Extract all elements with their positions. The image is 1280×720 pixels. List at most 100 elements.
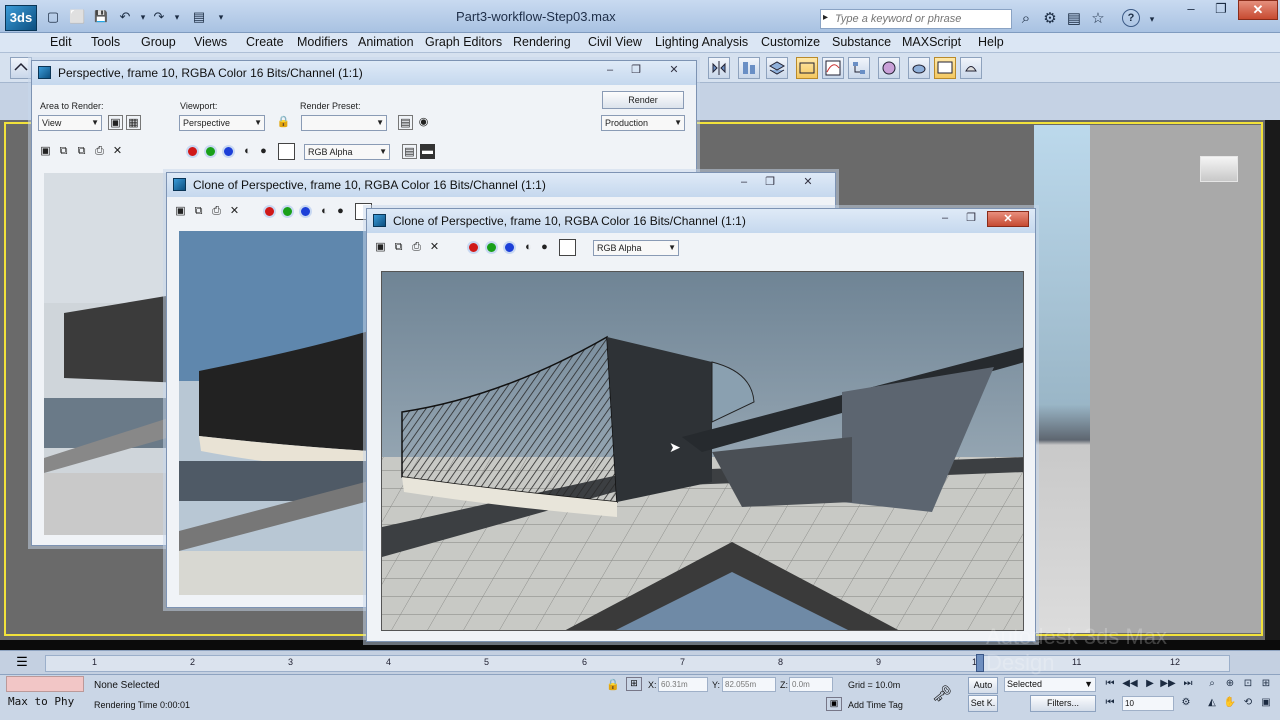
alpha-channel-icon[interactable]: ◐ [317,204,332,219]
help-dropdown-icon[interactable]: ▾ [1142,9,1162,29]
render-frame-window-clone-2[interactable]: Clone of Perspective, frame 10, RGBA Col… [366,208,1036,642]
copy-image-icon[interactable]: ⧉ [391,240,406,255]
set-key-icon[interactable]: 🗝 [932,684,952,704]
clear-image-icon[interactable]: ✕ [110,144,125,159]
print-image-icon[interactable]: ⎙ [409,240,424,255]
orbit-icon[interactable]: ⟲ [1240,697,1256,711]
menu-modifiers[interactable]: Modifiers [297,35,348,49]
monochrome-icon[interactable]: ● [537,240,552,255]
monochrome-icon[interactable]: ● [256,144,271,159]
menu-substance[interactable]: Substance [832,35,891,49]
blue-channel-icon[interactable] [222,145,235,158]
menu-views[interactable]: Views [194,35,227,49]
production-dropdown[interactable]: Production ▼ [601,115,685,131]
print-image-icon[interactable]: ⎙ [92,144,107,159]
clone-window-icon[interactable]: ⧉ [74,144,89,159]
minimize-icon[interactable]: – [598,63,622,79]
area-to-render-dropdown[interactable]: View ▼ [38,115,102,131]
render-setup-icon[interactable] [908,57,930,79]
mirror-icon[interactable] [708,57,730,79]
menu-group[interactable]: Group [141,35,176,49]
selection-lock-icon[interactable]: 🔒 [606,678,620,691]
redo-dropdown-icon[interactable]: ▾ [168,9,186,25]
align-icon[interactable] [738,57,760,79]
restore-window-icon[interactable]: ❐ [1206,0,1236,20]
command-panel-collapsed[interactable] [1265,120,1280,640]
render-window-titlebar[interactable]: Clone of Perspective, frame 10, RGBA Col… [167,173,835,197]
key-filters-button[interactable]: Filters... [1030,695,1096,712]
time-tag-icon[interactable]: ▣ [826,697,842,711]
copy-image-icon[interactable]: ⧉ [191,204,206,219]
red-channel-icon[interactable] [186,145,199,158]
key-mode-toggle-icon[interactable]: ⏮ [1102,697,1118,711]
copy-image-icon[interactable]: ⧉ [56,144,71,159]
minimize-window-icon[interactable]: – [1176,0,1206,20]
close-icon[interactable]: ✕ [796,175,820,191]
pan-view-icon[interactable]: ✋ [1222,697,1238,711]
close-icon[interactable]: ✕ [662,63,686,79]
green-channel-icon[interactable] [281,205,294,218]
customize-qa-dropdown-icon[interactable]: ▾ [212,9,230,25]
minimize-icon[interactable]: – [732,175,756,191]
lock-icon[interactable]: 🔒 [276,115,291,130]
toggle-ui-overlay-icon[interactable]: ▤ [402,144,417,159]
zoom-all-icon[interactable]: ⊕ [1222,678,1238,692]
z-coordinate-field[interactable]: 0.0m [789,677,833,692]
save-image-icon[interactable]: ▣ [38,144,53,159]
menu-animation[interactable]: Animation [358,35,414,49]
go-to-end-icon[interactable]: ⏭ [1180,678,1196,692]
zoom-extents-icon[interactable]: ⊡ [1240,678,1256,692]
go-to-start-icon[interactable]: ⏮ [1102,678,1118,692]
menu-civil-view[interactable]: Civil View [588,35,642,49]
x-coordinate-field[interactable]: 60.31m [658,677,708,692]
material-editor-icon[interactable] [878,57,900,79]
menu-create[interactable]: Create [246,35,284,49]
absolute-mode-icon[interactable]: ⊞ [626,677,642,691]
play-icon[interactable]: ▶ [1142,678,1158,692]
display-channel-dropdown[interactable]: RGB Alpha ▼ [593,240,679,256]
green-channel-icon[interactable] [204,145,217,158]
maxscript-listener-input[interactable] [6,676,84,692]
close-window-icon[interactable]: ✕ [1238,0,1278,20]
environment-icon[interactable]: ◉ [416,115,431,130]
red-channel-icon[interactable] [263,205,276,218]
key-filter-dropdown[interactable]: Selected ▼ [1004,677,1096,692]
project-folder-icon[interactable]: ▤ [190,9,208,25]
time-configuration-icon[interactable]: ⚙ [1178,697,1194,711]
new-file-icon[interactable]: ▢ [44,9,62,25]
save-image-icon[interactable]: ▣ [173,204,188,219]
save-file-icon[interactable]: 💾 [92,9,110,25]
print-image-icon[interactable]: ⎙ [209,204,224,219]
save-image-icon[interactable]: ▣ [373,240,388,255]
auto-key-button[interactable]: Auto [968,677,998,694]
menu-help[interactable]: Help [978,35,1004,49]
curve-editor-icon[interactable] [822,57,844,79]
layer-manager-icon[interactable] [766,57,788,79]
menu-edit[interactable]: Edit [50,35,72,49]
previous-frame-icon[interactable]: ◀◀ [1122,678,1138,692]
maximize-viewport-icon[interactable]: ▣ [1258,697,1274,711]
time-slider-handle[interactable] [976,654,984,672]
menu-customize[interactable]: Customize [761,35,820,49]
alpha-channel-icon[interactable]: ◐ [521,240,536,255]
menu-graph-editors[interactable]: Graph Editors [425,35,502,49]
color-swatch[interactable] [559,239,576,256]
search-expand-icon[interactable]: ▸ [823,12,828,23]
set-key-button[interactable]: Set K. [968,695,998,712]
render-preset-dropdown[interactable]: ▼ [301,115,387,131]
undo-icon[interactable]: ↶ [116,9,134,25]
zoom-extents-all-icon[interactable]: ⊞ [1258,678,1274,692]
schematic-view-icon[interactable] [848,57,870,79]
maximize-icon[interactable]: ❐ [624,63,648,79]
add-time-tag[interactable]: Add Time Tag [848,700,903,710]
menu-tools[interactable]: Tools [91,35,120,49]
favorites-star-icon[interactable]: ☆ [1088,9,1108,29]
alpha-channel-icon[interactable]: ◐ [240,144,255,159]
menu-lighting-analysis[interactable]: Lighting Analysis [655,35,748,49]
red-channel-icon[interactable] [467,241,480,254]
graphite-ribbon-icon[interactable] [796,57,818,79]
render-window-titlebar[interactable]: Clone of Perspective, frame 10, RGBA Col… [367,209,1035,233]
menu-maxscript[interactable]: MAXScript [902,35,961,49]
blue-channel-icon[interactable] [299,205,312,218]
viewport-dropdown[interactable]: Perspective ▼ [179,115,265,131]
